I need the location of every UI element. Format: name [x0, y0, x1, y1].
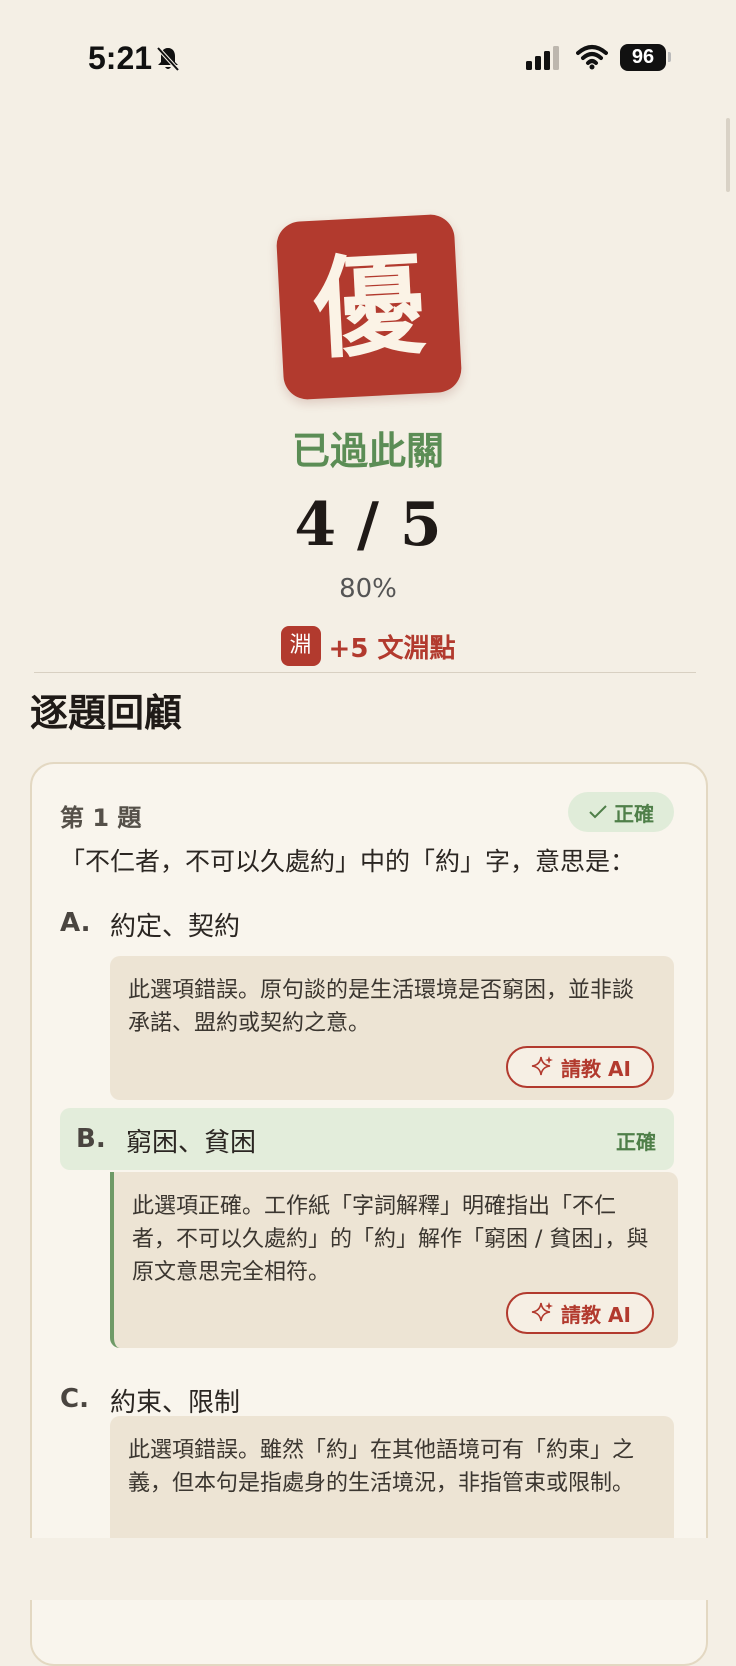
option-c-text[interactable]: 約束、限制: [110, 1382, 240, 1419]
check-icon: [589, 805, 607, 819]
option-a-text[interactable]: 約定、契約: [110, 906, 240, 943]
ask-ai-button[interactable]: 請教 AI: [506, 1292, 654, 1334]
battery-tip: [668, 52, 671, 62]
option-a-explanation-text: 此選項錯誤。原句談的是生活環境是否窮困，並非談承諾、盟約或契約之意。: [128, 978, 635, 1036]
grade-character: 優: [310, 239, 428, 374]
bell-muted-icon: [156, 46, 180, 72]
option-a-explanation: 此選項錯誤。原句談的是生活環境是否窮困，並非談承諾、盟約或契約之意。 請教 AI: [110, 956, 674, 1100]
scrollbar[interactable]: [726, 118, 730, 192]
ask-ai-label: 請教 AI: [561, 1302, 631, 1327]
points-icon: 淵: [280, 626, 321, 666]
option-b-letter: B.: [76, 1124, 106, 1154]
sparkles-icon: [531, 1056, 554, 1076]
section-title: 逐題回顧: [30, 690, 183, 735]
option-c-explanation-text: 此選項錯誤。雖然「約」在其他語境可有「約束」之義，但本句是指處身的生活境況，非指…: [128, 1438, 635, 1496]
wifi-icon: [576, 45, 608, 70]
status-badge-label: 正確: [614, 801, 654, 826]
sparkles-icon: [531, 1302, 554, 1322]
battery-indicator: 96: [620, 44, 666, 71]
option-b-explanation: 此選項正確。工作紙「字詞解釋」明確指出「不仁者，不可以久處約」的「約」解作「窮困…: [110, 1172, 678, 1348]
correct-tag: 正確: [616, 1130, 656, 1154]
status-bar: 5:21 96: [0, 0, 736, 120]
option-b-text[interactable]: 窮困、貧困: [126, 1122, 256, 1159]
divider: [34, 672, 696, 673]
ask-ai-button[interactable]: 請教 AI: [506, 1046, 654, 1088]
status-time: 5:21: [88, 40, 153, 76]
ask-ai-label: 請教 AI: [561, 1056, 631, 1081]
bottom-fade: [0, 1538, 736, 1600]
points-reward: 淵 +5 文淵點: [0, 624, 736, 668]
grade-badge: 優: [275, 213, 463, 401]
option-b-explanation-text: 此選項正確。工作紙「字詞解釋」明確指出「不仁者，不可以久處約」的「約」解作「窮困…: [132, 1194, 649, 1285]
score-percent: 80%: [339, 574, 397, 604]
status-badge: 正確: [568, 792, 674, 832]
option-c-letter: C.: [60, 1384, 89, 1414]
question-text: 「不仁者，不可以久處約」中的「約」字，意思是：: [60, 847, 636, 876]
option-a-letter: A.: [60, 908, 91, 938]
points-text: +5 文淵點: [328, 633, 456, 664]
cellular-signal-icon: [526, 46, 559, 70]
score: 4 / 5: [294, 490, 442, 560]
question-number: 第 1 題: [60, 804, 142, 832]
pass-title: 已過此關: [291, 428, 444, 473]
